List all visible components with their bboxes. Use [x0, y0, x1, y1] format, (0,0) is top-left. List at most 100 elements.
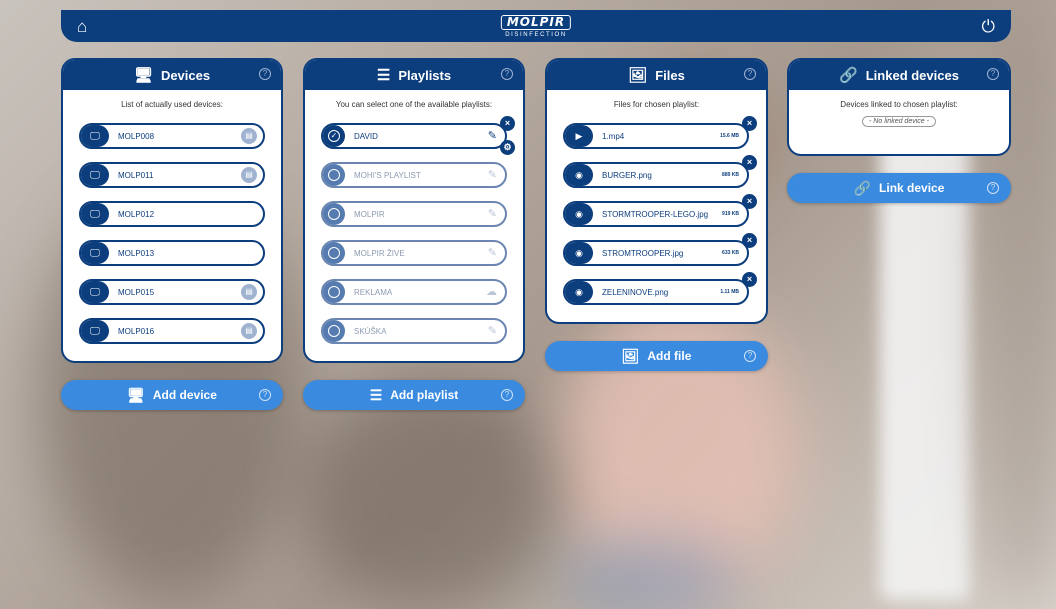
device-name: MOLP012 [118, 209, 155, 219]
pencil-icon[interactable]: ✎ [488, 246, 497, 259]
add-file-label: Add file [647, 349, 692, 363]
file-name: BURGER.png [602, 170, 652, 180]
video-camera-icon: ▶ [565, 125, 593, 147]
chart-icon[interactable]: ▤ [241, 284, 257, 300]
link-device-button[interactable]: 🔗 Link device ? [787, 173, 1011, 203]
file-item[interactable]: ◉ STORMTROOPER-LEGO.jpg 919 KB [563, 201, 749, 227]
add-file-button[interactable]: 🖼 Add file ? [545, 341, 768, 371]
file-size: 633 KB [722, 250, 739, 256]
radio-circle-icon[interactable] [323, 320, 345, 342]
playlist-item[interactable]: MOHI'S PLAYLIST ✎ [321, 162, 507, 188]
monitor-icon: 🖵 [81, 164, 109, 186]
logo: MOLPIR DISINFECTION [500, 13, 572, 38]
top-bar: ⌂ MOLPIR DISINFECTION ⏻ [61, 10, 1011, 42]
playlist-item[interactable]: SKÚŠKA ✎ [321, 318, 507, 344]
file-item[interactable]: ◉ ZELENINOVE.png 1.11 MB [563, 279, 749, 305]
monitor-icon: 🖥 [127, 386, 145, 403]
radio-circle-icon[interactable] [323, 203, 345, 225]
device-item[interactable]: 🖵 MOLP011 ▤ [79, 162, 265, 188]
playlist-name: MOHI'S PLAYLIST [354, 170, 421, 180]
help-icon[interactable]: ? [744, 350, 756, 362]
file-item[interactable]: ◉ BURGER.png 889 KB [563, 162, 749, 188]
device-item[interactable]: 🖵 MOLP016 ▤ [79, 318, 265, 344]
camera-icon: ◉ [565, 281, 593, 303]
monitor-icon: 🖥 [133, 67, 153, 84]
monitor-icon: 🖵 [81, 125, 109, 147]
file-size: 15.6 MB [720, 133, 739, 139]
chart-icon[interactable]: ▤ [241, 323, 257, 339]
camera-icon: ◉ [565, 164, 593, 186]
add-device-button[interactable]: 🖥 Add device ? [61, 380, 283, 410]
remove-file-button[interactable]: × [742, 155, 757, 170]
devices-title: Devices [160, 67, 211, 83]
chart-icon[interactable]: ▤ [241, 128, 257, 144]
device-name: MOLP015 [118, 287, 155, 297]
playlist-item[interactable]: MOLPIR ŽIVE ✎ [321, 240, 507, 266]
device-item[interactable]: 🖵 MOLP015 ▤ [79, 279, 265, 305]
check-circle-icon[interactable]: ✓ [323, 125, 345, 147]
pencil-icon[interactable]: ✎ [488, 168, 497, 181]
files-header: 🖼 Files ? [547, 60, 766, 90]
help-icon[interactable]: ? [987, 68, 999, 80]
delete-playlist-button[interactable]: × [500, 116, 515, 131]
link-icon: 🔗 [839, 67, 858, 84]
chart-icon[interactable]: ▤ [241, 167, 257, 183]
add-playlist-label: Add playlist [390, 388, 459, 402]
file-name: 1.mp4 [602, 131, 625, 141]
no-linked-device-badge: - No linked device - [862, 116, 936, 127]
devices-header: 🖥 Devices ? [63, 60, 281, 90]
gear-icon[interactable]: ⚙ [500, 140, 515, 155]
playlist-item[interactable]: MOLPIR ✎ [321, 201, 507, 227]
file-size: 919 KB [722, 211, 739, 217]
file-item[interactable]: ▶ 1.mp4 15.6 MB [563, 123, 749, 149]
help-icon[interactable]: ? [501, 68, 513, 80]
linked-devices-panel: 🔗 Linked devices ? Devices linked to cho… [787, 58, 1011, 156]
power-icon[interactable]: ⏻ [982, 18, 995, 35]
monitor-icon: 🖵 [81, 320, 109, 342]
playlist-name: MOLPIR [354, 209, 385, 219]
monitor-icon: 🖵 [81, 281, 109, 303]
playlist-item[interactable]: REKLAMA ☁ [321, 279, 507, 305]
radio-circle-icon[interactable] [323, 164, 345, 186]
pencil-icon[interactable]: ✎ [488, 129, 497, 142]
device-name: MOLP008 [118, 131, 155, 141]
images-icon: 🖼 [628, 67, 648, 84]
add-device-label: Add device [152, 388, 217, 402]
remove-file-button[interactable]: × [742, 272, 757, 287]
help-icon[interactable]: ? [259, 389, 271, 401]
add-playlist-button[interactable]: ☰ Add playlist ? [303, 380, 525, 410]
camera-icon: ◉ [565, 203, 593, 225]
cloud-icon[interactable]: ☁ [486, 285, 497, 298]
file-size: 889 KB [722, 172, 739, 178]
remove-file-button[interactable]: × [742, 233, 757, 248]
playlist-name: REKLAMA [354, 287, 393, 297]
playlists-header: ☰ Playlists ? [305, 60, 523, 90]
help-icon[interactable]: ? [744, 68, 756, 80]
pencil-icon[interactable]: ✎ [488, 207, 497, 220]
device-item[interactable]: 🖵 MOLP013 [79, 240, 265, 266]
list-icon: ☰ [369, 386, 383, 403]
radio-circle-icon[interactable] [323, 281, 345, 303]
file-name: STROMTROOPER.jpg [602, 248, 684, 258]
help-icon[interactable]: ? [987, 182, 999, 194]
device-item[interactable]: 🖵 MOLP012 [79, 201, 265, 227]
pencil-icon[interactable]: ✎ [488, 324, 497, 337]
help-icon[interactable]: ? [259, 68, 271, 80]
logo-brand: MOLPIR [500, 15, 572, 30]
help-icon[interactable]: ? [501, 389, 513, 401]
remove-file-button[interactable]: × [742, 194, 757, 209]
home-icon[interactable]: ⌂ [77, 18, 87, 35]
link-icon: 🔗 [853, 179, 872, 196]
playlist-name: SKÚŠKA [354, 326, 387, 336]
playlist-item[interactable]: ✓ DAVID ✎ [321, 123, 507, 149]
images-icon: 🖼 [621, 347, 640, 364]
file-item[interactable]: ◉ STROMTROOPER.jpg 633 KB [563, 240, 749, 266]
remove-file-button[interactable]: × [742, 116, 757, 131]
playlists-title: Playlists [398, 67, 452, 83]
playlist-name: MOLPIR ŽIVE [354, 248, 405, 258]
device-name: MOLP011 [118, 170, 154, 180]
radio-circle-icon[interactable] [323, 242, 345, 264]
list-icon: ☰ [376, 67, 391, 84]
device-item[interactable]: 🖵 MOLP008 ▤ [79, 123, 265, 149]
device-name: MOLP013 [118, 248, 155, 258]
